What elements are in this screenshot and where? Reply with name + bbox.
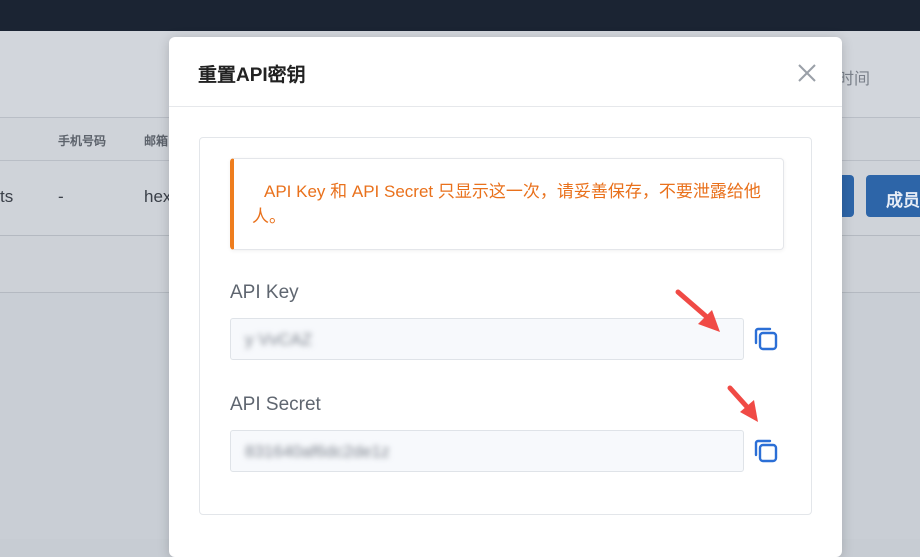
background-member-button[interactable]: 成员 bbox=[866, 175, 920, 217]
background-th-email: 邮箱 bbox=[144, 134, 169, 148]
red-arrow-icon bbox=[675, 289, 720, 332]
reset-api-key-dialog: 重置API密钥 API Key 和 API Secret 只显示这一次，请妥善保… bbox=[169, 37, 842, 557]
api-key-label: API Key bbox=[230, 282, 299, 303]
warning-alert: API Key 和 API Secret 只显示这一次，请妥善保存，不要泄露给他… bbox=[230, 158, 784, 250]
background-th-phone: 手机号码 bbox=[58, 134, 107, 148]
api-secret-label: API Secret bbox=[230, 394, 321, 415]
api-key-value: y VvCAZ bbox=[245, 330, 313, 349]
top-bar bbox=[0, 0, 920, 31]
copy-api-key-button[interactable] bbox=[751, 324, 781, 354]
background-member-label: 成员 bbox=[886, 191, 920, 210]
copy-icon bbox=[754, 439, 778, 463]
background-cell-phone: - bbox=[58, 187, 64, 206]
red-arrow-icon bbox=[727, 385, 758, 422]
copy-icon bbox=[754, 327, 778, 351]
close-icon[interactable] bbox=[794, 60, 820, 86]
background-column-time: 时间 bbox=[838, 71, 871, 88]
api-secret-field[interactable]: 831640af6dc2de1z bbox=[230, 430, 744, 472]
copy-api-secret-button[interactable] bbox=[751, 436, 781, 466]
background-cell-email: hex bbox=[144, 187, 172, 206]
dialog-title: 重置API密钥 bbox=[198, 65, 306, 86]
api-key-field[interactable]: y VvCAZ bbox=[230, 318, 744, 360]
background-cell-name: ts bbox=[0, 187, 14, 206]
dialog-header: 重置API密钥 bbox=[169, 37, 842, 107]
api-secret-value: 831640af6dc2de1z bbox=[245, 442, 390, 461]
warning-alert-text: API Key 和 API Secret 只显示这一次，请妥善保存，不要泄露给他… bbox=[252, 182, 761, 226]
